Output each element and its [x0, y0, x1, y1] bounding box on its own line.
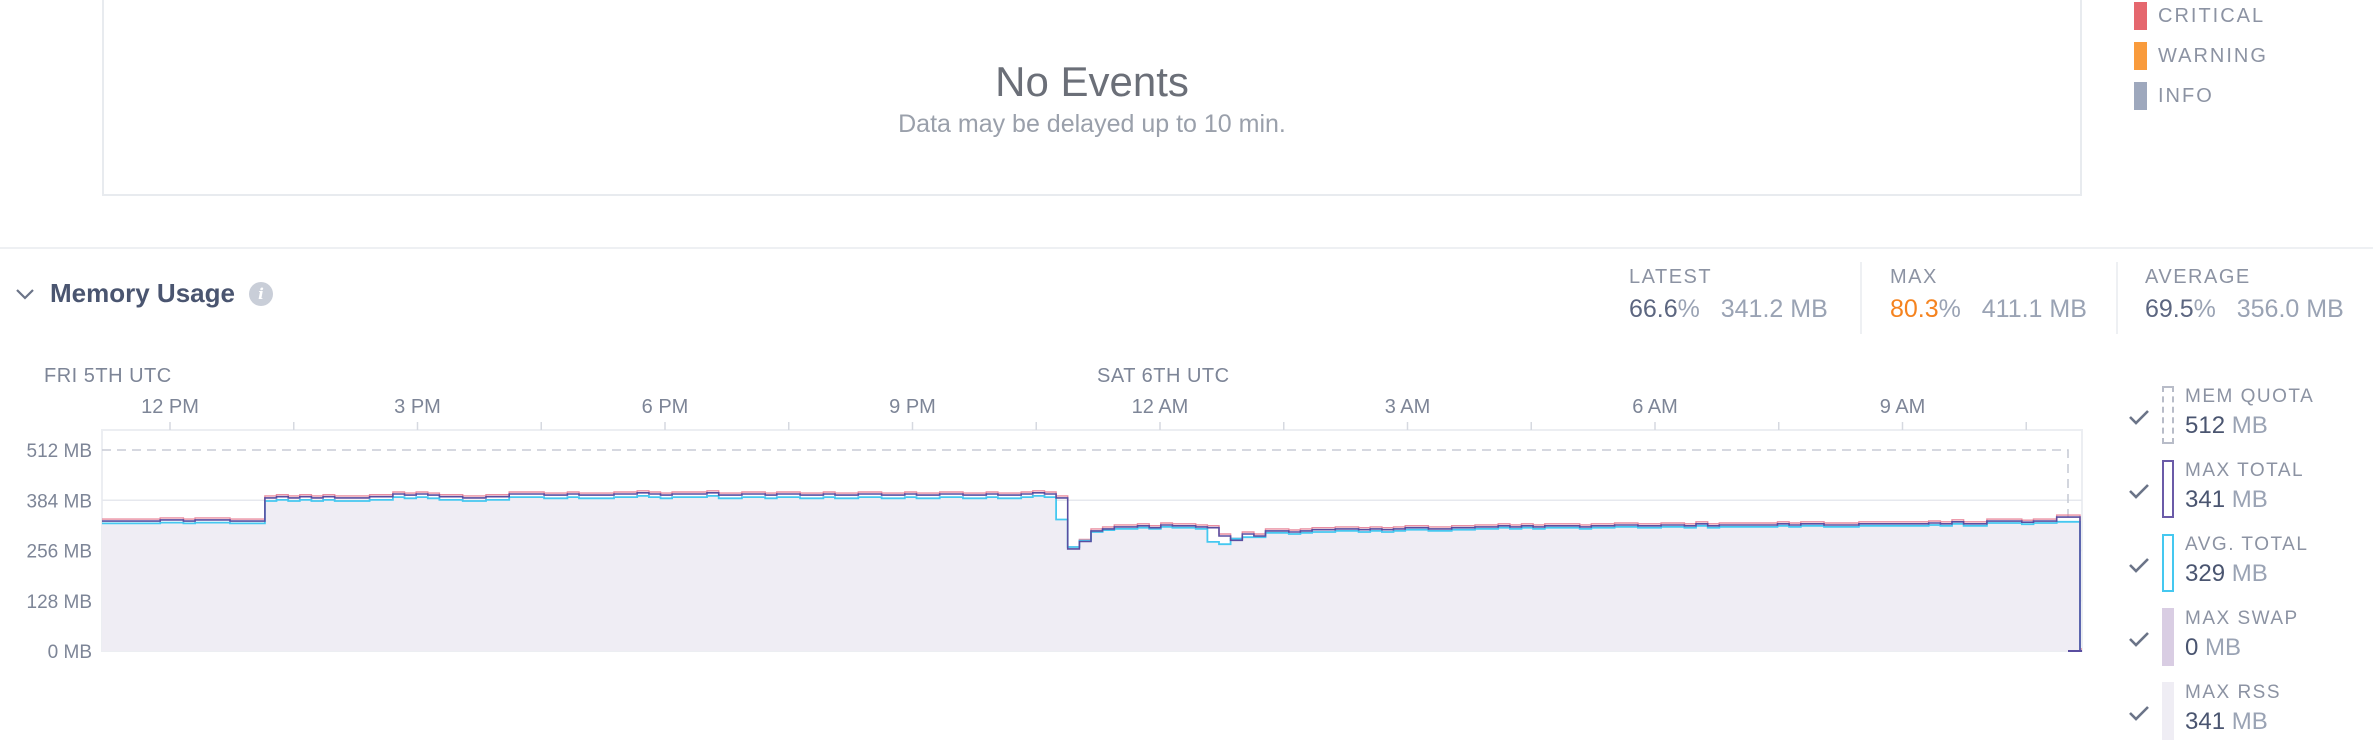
stat-max-label: MAX: [1890, 266, 1938, 288]
events-panel: No Events Data may be delayed up to 10 m…: [102, 0, 2082, 196]
legend-value: 341: [2185, 486, 2226, 513]
info-icon[interactable]: i: [248, 281, 273, 306]
legend-name: AVG. TOTAL: [2185, 534, 2309, 555]
date-label: SAT 6TH UTC: [1097, 365, 1230, 387]
x-tick-label: 6 AM: [1632, 396, 1678, 418]
legend-critical-label: CRITICAL: [2158, 4, 2266, 27]
legend-value: 329: [2185, 560, 2226, 587]
legend-value: 512: [2185, 412, 2226, 439]
warning-swatch: [2134, 42, 2147, 70]
legend-info[interactable]: INFO: [2134, 81, 2214, 111]
stat-max-mb: 411.1 MB: [1981, 295, 2087, 323]
check-icon: [2129, 632, 2149, 647]
stat-separator: [2116, 262, 2118, 334]
y-tick-label: 512 MB: [27, 441, 92, 462]
x-tick-label: 6 PM: [642, 396, 689, 418]
check-icon: [2129, 484, 2149, 499]
section-divider: [0, 247, 2373, 249]
check-icon: [2129, 410, 2149, 425]
max-total-swatch: [2162, 460, 2174, 518]
data-delay-note: Data may be delayed up to 10 min.: [898, 110, 1286, 138]
stat-latest-pct: 66.6: [1629, 295, 1678, 323]
legend-unit: MB: [2225, 486, 2268, 513]
legend-value: 0: [2185, 634, 2199, 661]
pct-unit: %: [1938, 295, 1961, 323]
check-icon: [2129, 558, 2149, 573]
legend-unit: MB: [2225, 560, 2268, 587]
legend-critical[interactable]: CRITICAL: [2134, 1, 2265, 31]
max-rss-area: [102, 495, 2082, 651]
section-title: Memory Usage: [50, 278, 235, 308]
y-tick-label: 256 MB: [27, 542, 92, 563]
mem-quota-swatch: [2162, 386, 2174, 444]
y-tick-label: 0 MB: [48, 642, 92, 663]
stat-latest-mb: 341.2 MB: [1720, 295, 1828, 323]
legend-name: MAX SWAP: [2185, 608, 2299, 629]
stat-separator: [1860, 262, 1862, 334]
max-rss-swatch: [2162, 682, 2174, 740]
x-tick-label: 3 PM: [394, 396, 441, 418]
legend-name: MEM QUOTA: [2185, 386, 2315, 407]
pct-unit: %: [2193, 295, 2216, 323]
x-tick-label: 3 AM: [1385, 396, 1431, 418]
stat-latest: LATEST 66.6% 341.2 MB: [1629, 266, 1828, 324]
memory-usage-toggle[interactable]: Memory Usage i: [14, 278, 273, 309]
stat-average-mb: 356.0 MB: [2236, 295, 2344, 323]
legend-unit: MB: [2225, 708, 2268, 735]
check-icon: [2129, 706, 2149, 721]
x-tick-label: 9 AM: [1880, 396, 1926, 418]
stat-max-pct: 80.3: [1890, 295, 1939, 323]
max-swap-swatch: [2162, 608, 2174, 666]
info-swatch: [2134, 82, 2147, 110]
avg-total-swatch: [2162, 534, 2174, 592]
stat-average: AVERAGE 69.5% 356.0 MB: [2145, 266, 2344, 324]
legend-name: MAX TOTAL: [2185, 460, 2305, 481]
chevron-down-icon: [16, 288, 34, 300]
legend-value: 341: [2185, 708, 2226, 735]
y-tick-label: 384 MB: [27, 491, 92, 512]
date-label: FRI 5TH UTC: [44, 365, 172, 387]
stat-max: MAX 80.3% 411.1 MB: [1890, 266, 2087, 324]
y-tick-label: 128 MB: [27, 592, 92, 613]
legend-name: MAX RSS: [2185, 682, 2282, 703]
x-tick-label: 12 PM: [141, 396, 199, 418]
stat-average-pct: 69.5: [2145, 295, 2194, 323]
legend-info-label: INFO: [2158, 84, 2214, 107]
stat-average-label: AVERAGE: [2145, 266, 2251, 288]
stat-latest-label: LATEST: [1629, 266, 1713, 288]
pct-unit: %: [1677, 295, 1700, 323]
memory-usage-chart[interactable]: 12 PM 3 PM 6 PM 9 PM 12 AM 3 AM 6 AM 9 AM FRI 5T…: [0, 355, 2100, 736]
x-tick-label: 9 PM: [889, 396, 936, 418]
legend-unit: MB: [2225, 412, 2268, 439]
x-tick-label: 12 AM: [1132, 396, 1189, 418]
no-events-title: No Events: [995, 58, 1189, 105]
legend-warning[interactable]: WARNING: [2134, 41, 2268, 71]
legend-unit: MB: [2198, 634, 2242, 661]
critical-swatch: [2134, 2, 2147, 30]
legend-warning-label: WARNING: [2158, 44, 2268, 67]
